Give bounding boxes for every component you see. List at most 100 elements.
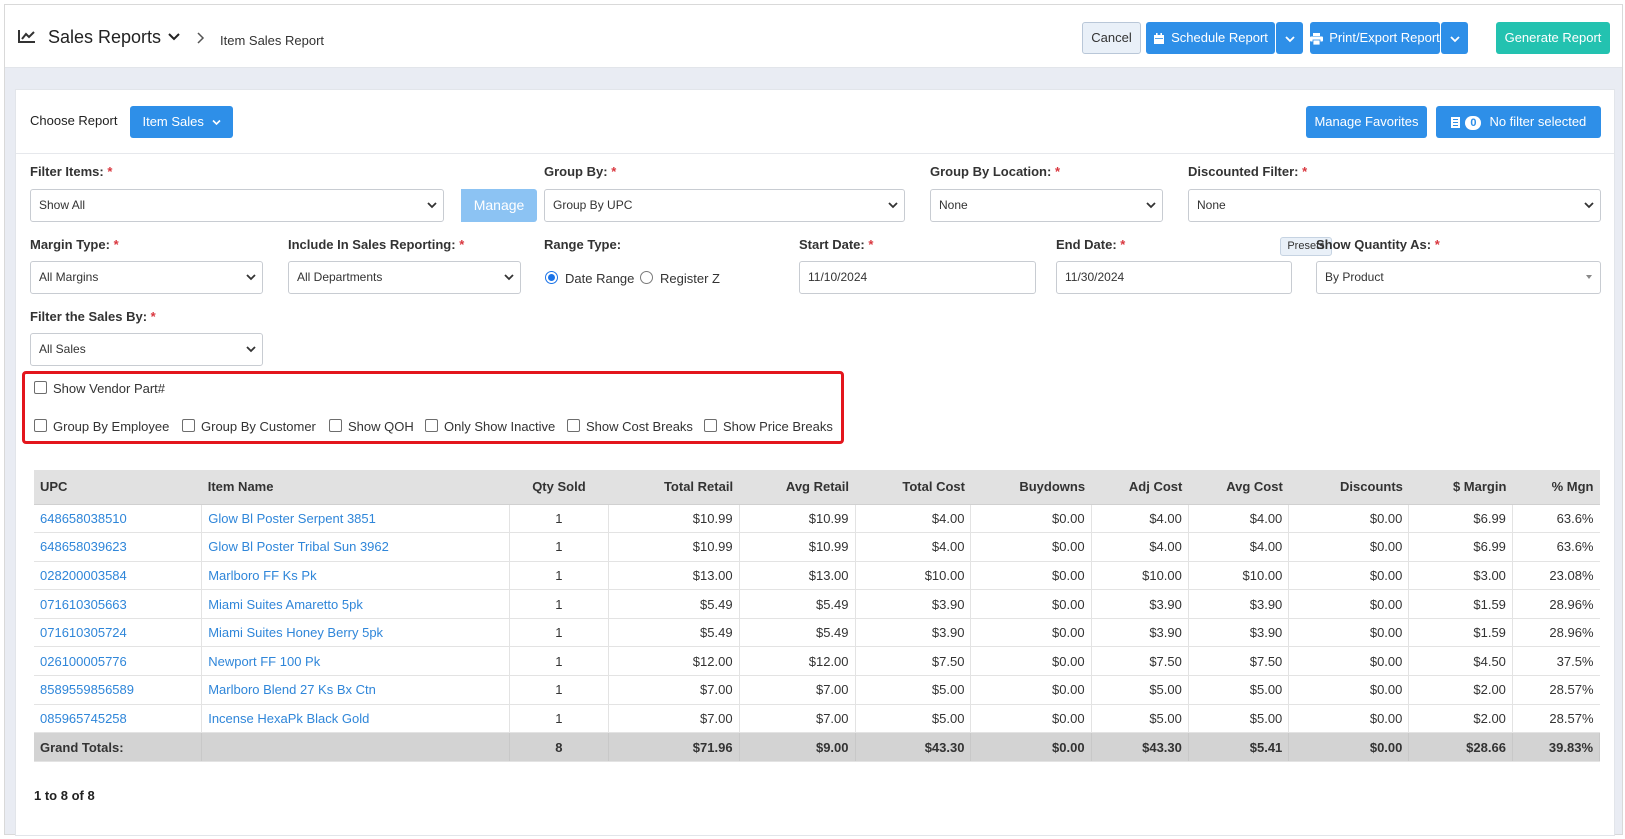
chevron-down-icon (1449, 35, 1460, 42)
show-cost-breaks-checkbox[interactable] (567, 419, 580, 432)
item-name-link[interactable]: Miami Suites Honey Berry 5pk (201, 618, 510, 648)
column-header-discounts[interactable]: Discounts (1288, 470, 1409, 505)
manage-favorites-button[interactable]: Manage Favorites (1306, 106, 1427, 138)
item-name-link[interactable]: Miami Suites Amaretto 5pk (201, 589, 510, 619)
group-by-location-select[interactable]: None (930, 189, 1163, 222)
item-sales-dropdown[interactable]: Item Sales (130, 106, 233, 138)
required-mark: * (113, 237, 119, 252)
manage-items-button[interactable]: Manage (461, 189, 537, 222)
column-header-adj-cost[interactable]: Adj Cost (1091, 470, 1189, 505)
avg-cost-cell: $7.50 (1188, 646, 1290, 677)
column-header-upc[interactable]: UPC (34, 470, 202, 505)
only-show-inactive-checkbox[interactable] (425, 419, 438, 432)
register-z-radio[interactable] (640, 271, 653, 284)
show-vendor-part-label[interactable]: Show Vendor Part# (53, 381, 165, 396)
margin-type-select[interactable]: All Margins (30, 261, 263, 294)
column-header-pct-margin[interactable]: % Mgn (1512, 470, 1600, 505)
margin-cell: $4.50 (1408, 646, 1513, 677)
print-export-label: Print/Export Report (1329, 30, 1440, 45)
schedule-report-button[interactable]: Schedule Report (1146, 22, 1275, 54)
end-date-input[interactable]: 11/30/2024 (1056, 261, 1292, 294)
column-header-avg-cost[interactable]: Avg Cost (1188, 470, 1289, 505)
upc-link[interactable]: 648658039623 (34, 532, 203, 562)
item-name-link[interactable]: Incense HexaPk Black Gold (201, 704, 510, 734)
chevron-down-icon (1584, 202, 1594, 209)
show-price-breaks-label[interactable]: Show Price Breaks (723, 419, 833, 434)
show-quantity-value: By Product (1325, 270, 1384, 284)
total-retail-cell: $12.00 (608, 646, 740, 677)
start-date-input[interactable]: 11/10/2024 (799, 261, 1036, 294)
total-retail-cell: $13.00 (608, 561, 740, 591)
cancel-button[interactable]: Cancel (1082, 22, 1141, 54)
column-header-total-cost[interactable]: Total Cost (855, 470, 971, 505)
include-in-sales-select[interactable]: All Departments (288, 261, 521, 294)
margin-cell: $1.59 (1408, 589, 1513, 619)
show-price-breaks-checkbox[interactable] (704, 419, 717, 432)
margin-cell: $2.00 (1408, 704, 1513, 734)
show-qoh-checkbox[interactable] (329, 419, 342, 432)
filter-summary-button[interactable]: 0 No filter selected (1436, 106, 1601, 138)
upc-link[interactable]: 8589559856589 (34, 675, 203, 705)
pct-margin-cell: 28.57% (1512, 675, 1600, 705)
item-name-link[interactable]: Marlboro FF Ks Pk (201, 561, 510, 591)
only-show-inactive-label[interactable]: Only Show Inactive (444, 419, 555, 434)
item-name-link[interactable]: Marlboro Blend 27 Ks Bx Ctn (201, 675, 510, 705)
column-header-buydowns[interactable]: Buydowns (970, 470, 1092, 505)
grand-totals-row: Grand Totals: 8 $71.96 $9.00 $43.30 $0.0… (34, 732, 1601, 763)
print-dropdown-button[interactable] (1441, 22, 1468, 54)
filter-items-value: Show All (39, 198, 86, 212)
schedule-dropdown-button[interactable] (1276, 22, 1303, 54)
show-qoh-label[interactable]: Show QOH (348, 419, 414, 434)
column-header-avg-retail[interactable]: Avg Retail (739, 470, 856, 505)
adj-cost-cell: $4.00 (1091, 504, 1189, 534)
discounts-cell: $0.00 (1288, 675, 1410, 705)
total-avg-retail: $9.00 (739, 732, 856, 763)
total-total-cost: $43.30 (855, 732, 972, 763)
show-quantity-select[interactable]: By Product (1316, 261, 1601, 294)
filter-items-select[interactable]: Show All (30, 189, 444, 222)
generate-report-button[interactable]: Generate Report (1496, 22, 1610, 54)
item-sales-label: Item Sales (142, 114, 204, 129)
print-export-button[interactable]: Print/Export Report (1310, 22, 1440, 54)
group-by-employee-checkbox[interactable] (34, 419, 47, 432)
upc-link[interactable]: 071610305663 (34, 589, 203, 619)
date-range-label[interactable]: Date Range (565, 271, 634, 286)
group-by-select[interactable]: Group By UPC (544, 189, 905, 222)
discounts-cell: $0.00 (1288, 618, 1410, 648)
buydowns-cell: $0.00 (970, 675, 1092, 705)
upc-link[interactable]: 085965745258 (34, 704, 203, 734)
chevron-down-icon[interactable] (168, 32, 180, 42)
margin-cell: $6.99 (1408, 532, 1513, 562)
filter-sales-by-select[interactable]: All Sales (30, 333, 263, 366)
buydowns-cell: $0.00 (970, 561, 1092, 591)
register-z-label[interactable]: Register Z (660, 271, 720, 286)
avg-cost-cell: $5.00 (1188, 675, 1290, 705)
group-by-customer-checkbox[interactable] (182, 419, 195, 432)
group-by-employee-label[interactable]: Group By Employee (53, 419, 169, 434)
upc-link[interactable]: 028200003584 (34, 561, 203, 591)
discounts-cell: $0.00 (1288, 504, 1410, 534)
group-by-customer-label[interactable]: Group By Customer (201, 419, 316, 434)
chevron-down-icon (1146, 202, 1156, 209)
adj-cost-cell: $7.50 (1091, 646, 1189, 677)
upc-link[interactable]: 648658038510 (34, 504, 203, 534)
date-range-radio[interactable] (545, 271, 558, 284)
item-name-link[interactable]: Newport FF 100 Pk (201, 646, 510, 677)
item-name-link[interactable]: Glow Bl Poster Serpent 3851 (201, 504, 510, 534)
column-header-margin[interactable]: $ Margin (1408, 470, 1513, 505)
show-vendor-part-checkbox[interactable] (34, 381, 47, 394)
column-header-qty-sold[interactable]: Qty Sold (509, 470, 609, 505)
qty-sold-cell: 1 (509, 532, 610, 562)
show-cost-breaks-label[interactable]: Show Cost Breaks (586, 419, 693, 434)
report-selector-bar: Choose Report Item Sales Manage Favorite… (16, 90, 1614, 154)
qty-sold-cell: 1 (509, 646, 610, 677)
column-header-total-retail[interactable]: Total Retail (608, 470, 740, 505)
item-name-link[interactable]: Glow Bl Poster Tribal Sun 3962 (201, 532, 510, 562)
page-title[interactable]: Sales Reports (48, 27, 161, 48)
avg-retail-cell: $5.49 (739, 618, 856, 648)
table-row: 648658039623 Glow Bl Poster Tribal Sun 3… (34, 532, 1600, 562)
upc-link[interactable]: 026100005776 (34, 646, 203, 677)
upc-link[interactable]: 071610305724 (34, 618, 203, 648)
column-header-item-name[interactable]: Item Name (201, 470, 510, 505)
discounted-filter-select[interactable]: None (1188, 189, 1601, 222)
